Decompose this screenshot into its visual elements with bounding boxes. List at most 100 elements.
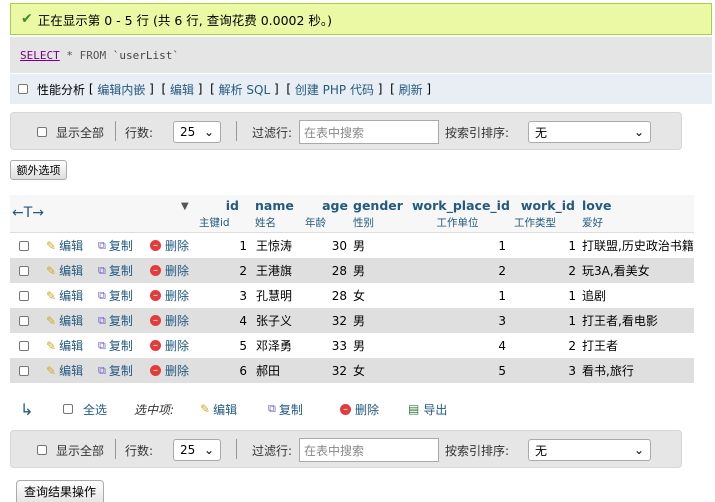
copy-icon: ⧉ — [98, 263, 106, 277]
sort-by-index-select[interactable]: 无 ⌄ — [528, 121, 651, 143]
column-work-place-id[interactable]: work_place_id 工作单位 — [412, 198, 510, 230]
link-edit[interactable]: 编辑 — [170, 81, 194, 98]
chevron-down-icon: ⌄ — [633, 125, 644, 139]
table-row[interactable]: ✎ 编辑 ⧉ 复制 – 删除 4 张子义 32 男 3 1 打王者,看电影 — [10, 308, 694, 333]
row-edit-button[interactable]: ✎ 编辑 — [46, 333, 83, 358]
row-copy-button[interactable]: ⧉ 复制 — [98, 283, 133, 308]
delete-label: 删除 — [165, 239, 190, 253]
column-arrows-icon[interactable]: ←T→ — [12, 205, 44, 221]
cell-work_id: 1 — [568, 238, 576, 253]
profiling-checkbox[interactable] — [18, 84, 28, 94]
link-create-php[interactable]: 创建 PHP 代码 — [295, 81, 374, 98]
bulk-edit-button[interactable]: ✎ 编辑 — [200, 398, 237, 420]
row-edit-button[interactable]: ✎ 编辑 — [46, 308, 83, 333]
row-checkbox-cell[interactable] — [19, 258, 29, 283]
cell-work-place-id: 5 — [412, 358, 506, 383]
edit-label: 编辑 — [59, 264, 84, 278]
row-edit-button[interactable]: ✎ 编辑 — [46, 258, 83, 283]
cell-gender: 男 — [353, 308, 365, 333]
pencil-icon: ✎ — [46, 363, 57, 378]
link-edit-inline[interactable]: 编辑内嵌 — [97, 81, 145, 98]
row-copy-button[interactable]: ⧉ 复制 — [98, 258, 133, 283]
cell-love: 打王者 — [582, 333, 618, 358]
show-all-checkbox[interactable] — [37, 127, 47, 137]
table-row[interactable]: ✎ 编辑 ⧉ 复制 – 删除 3 孔慧明 28 女 1 1 追剧 — [10, 283, 694, 308]
row-copy-button[interactable]: ⧉ 复制 — [98, 333, 133, 358]
row-checkbox[interactable] — [19, 340, 29, 351]
filter-rows-input[interactable]: 在表中搜索 — [299, 120, 439, 144]
column-comment: 爱好 — [582, 217, 603, 229]
row-delete-button[interactable]: – 删除 — [150, 283, 189, 308]
column-comment: 年龄 — [305, 217, 326, 229]
extra-options-button[interactable]: 额外选项 — [10, 160, 67, 180]
sort-value: 无 — [535, 443, 548, 458]
table-row[interactable]: ✎ 编辑 ⧉ 复制 – 删除 1 王惊涛 30 男 1 1 打联盟,历史政治书籍 — [10, 233, 694, 258]
copy-label: 复制 — [108, 339, 133, 353]
cell-age: 30 — [331, 238, 347, 253]
copy-label: 复制 — [108, 239, 133, 253]
row-delete-button[interactable]: – 删除 — [150, 258, 189, 283]
row-checkbox-cell[interactable] — [19, 358, 29, 383]
column-name: work_id — [520, 198, 575, 213]
cell-name: 王惊涛 — [256, 233, 292, 258]
row-edit-button[interactable]: ✎ 编辑 — [46, 358, 83, 383]
bulk-copy-button[interactable]: ⧉ 复制 — [268, 398, 303, 420]
link-refresh[interactable]: 刷新 — [399, 81, 423, 98]
show-all-checkbox[interactable] — [37, 445, 47, 455]
row-checkbox[interactable] — [19, 315, 29, 326]
bulk-export-button[interactable]: ▤ 导出 — [408, 398, 447, 420]
row-delete-button[interactable]: – 删除 — [150, 358, 189, 383]
success-message: ✔ 正在显示第 0 - 5 行 (共 6 行, 查询花费 0.0002 秒。) — [10, 3, 712, 35]
sort-toggle-icon[interactable]: ▼ — [181, 198, 189, 212]
cell-age: 32 — [305, 308, 347, 333]
cell-id: 3 — [199, 283, 247, 308]
cell-age: 32 — [305, 358, 347, 383]
row-delete-button[interactable]: – 删除 — [150, 308, 189, 333]
column-gender[interactable]: gender 性别 — [353, 198, 403, 230]
column-name-header[interactable]: name 姓名 — [255, 198, 294, 230]
row-delete-button[interactable]: – 删除 — [150, 233, 189, 258]
bulk-delete-button[interactable]: – 删除 — [340, 398, 379, 420]
row-checkbox-cell[interactable] — [19, 308, 29, 333]
cell-gender: 男 — [353, 264, 366, 278]
rows-select[interactable]: 25 ⌄ — [173, 439, 221, 461]
row-copy-button[interactable]: ⧉ 复制 — [98, 233, 133, 258]
cell-age: 33 — [305, 333, 347, 358]
row-checkbox[interactable] — [19, 365, 29, 376]
navigation-bar-bottom: 显示全部 行数: 25 ⌄ 过滤行: 在表中搜索 按索引排序: 无 ⌄ — [10, 430, 682, 468]
export-icon: ▤ — [408, 402, 420, 416]
sql-select-keyword[interactable]: SELECT — [20, 49, 60, 62]
query-results-operations-button[interactable]: 查询结果操作 — [16, 480, 104, 502]
row-copy-button[interactable]: ⧉ 复制 — [98, 358, 133, 383]
row-edit-button[interactable]: ✎ 编辑 — [46, 233, 83, 258]
column-id[interactable]: id 主键id — [199, 198, 239, 230]
row-copy-button[interactable]: ⧉ 复制 — [98, 308, 133, 333]
sql-table-name: `userList` — [112, 48, 179, 62]
row-delete-button[interactable]: – 删除 — [150, 333, 189, 358]
row-checkbox[interactable] — [19, 290, 29, 301]
table-row[interactable]: ✎ 编辑 ⧉ 复制 – 删除 2 王港旗 28 男 2 2 玩3A,看美女 — [10, 258, 694, 283]
cell-gender: 女 — [353, 358, 365, 383]
link-explain-sql[interactable]: 解析 SQL — [219, 81, 271, 98]
success-text: 正在显示第 0 - 5 行 (共 6 行, 查询花费 0.0002 秒。) — [37, 12, 333, 28]
sort-by-index-select[interactable]: 无 ⌄ — [528, 439, 651, 461]
filter-rows-input[interactable]: 在表中搜索 — [299, 438, 439, 462]
check-all-checkbox[interactable] — [63, 404, 73, 414]
row-checkbox[interactable] — [19, 240, 29, 251]
table-row[interactable]: ✎ 编辑 ⧉ 复制 – 删除 6 郝田 32 女 5 3 看书,旅行 — [10, 358, 694, 383]
delete-icon: – — [150, 240, 161, 251]
column-love[interactable]: love 爱好 — [582, 198, 612, 230]
rows-select[interactable]: 25 ⌄ — [173, 121, 221, 143]
row-edit-button[interactable]: ✎ 编辑 — [46, 283, 83, 308]
check-all-label[interactable]: 全选 — [83, 398, 107, 420]
column-age[interactable]: age 年龄 — [305, 198, 348, 230]
column-work-id[interactable]: work_id 工作类型 — [514, 198, 575, 230]
cell-age: 33 — [331, 338, 347, 353]
table-row[interactable]: ✎ 编辑 ⧉ 复制 – 删除 5 邓泽勇 33 男 4 2 打王者 — [10, 333, 694, 358]
row-checkbox-cell[interactable] — [19, 233, 29, 258]
row-checkbox-cell[interactable] — [19, 283, 29, 308]
cell-love: 追剧 — [582, 289, 607, 303]
row-checkbox[interactable] — [19, 265, 29, 276]
cell-work_place_id: 1 — [498, 288, 506, 303]
row-checkbox-cell[interactable] — [19, 333, 29, 358]
